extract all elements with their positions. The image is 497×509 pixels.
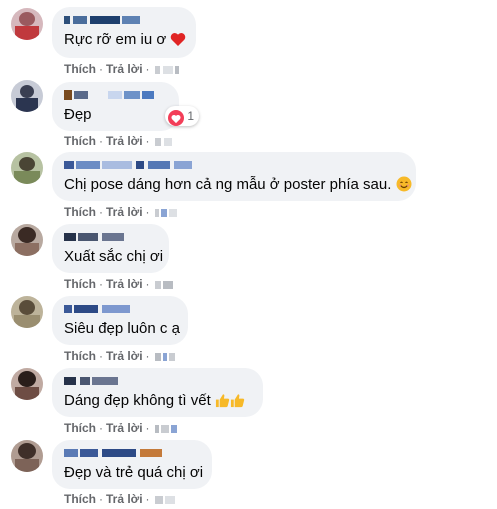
- reply-button[interactable]: Trả lời: [106, 277, 143, 291]
- timestamp[interactable]: [153, 423, 183, 435]
- heart-reaction-icon: [168, 110, 184, 126]
- commenter-name[interactable]: [64, 303, 176, 315]
- comment-bubble: Đẹp: [52, 82, 179, 131]
- comment-bubble: Chị pose dáng hơn cả ng mẫu ở poster phí…: [52, 152, 416, 201]
- red-heart-icon: [170, 32, 186, 52]
- commenter-name[interactable]: [64, 375, 251, 387]
- reply-button[interactable]: Trả lời: [106, 62, 143, 76]
- avatar[interactable]: [11, 8, 43, 40]
- like-button[interactable]: Thích: [64, 134, 96, 148]
- comment-actions: Thích · Trả lời ·: [64, 204, 183, 220]
- timestamp[interactable]: [153, 279, 183, 291]
- timestamp[interactable]: [153, 494, 183, 506]
- comment-actions: Thích · Trả lời ·: [64, 133, 183, 149]
- smiling-face-icon: [396, 176, 412, 197]
- like-button[interactable]: Thích: [64, 277, 96, 291]
- timestamp[interactable]: [153, 64, 183, 76]
- commenter-name[interactable]: [64, 159, 404, 171]
- thumbs-up-icon: [215, 393, 230, 413]
- like-button[interactable]: Thích: [64, 62, 96, 76]
- commenter-name[interactable]: [64, 14, 184, 26]
- comment-actions: Thích · Trả lời ·: [64, 61, 183, 77]
- reply-button[interactable]: Trả lời: [106, 349, 143, 363]
- like-button[interactable]: Thích: [64, 492, 96, 506]
- comment-actions: Thích · Trả lời ·: [64, 276, 183, 292]
- comment-actions: Thích · Trả lời ·: [64, 348, 183, 364]
- avatar[interactable]: [11, 296, 43, 328]
- avatar[interactable]: [11, 440, 43, 472]
- avatar[interactable]: [11, 80, 43, 112]
- thumbs-up-icon: [230, 393, 245, 413]
- comment-actions: Thích · Trả lời ·: [64, 491, 183, 507]
- timestamp[interactable]: [153, 351, 183, 363]
- like-button[interactable]: Thích: [64, 349, 96, 363]
- like-button[interactable]: Thích: [64, 421, 96, 435]
- timestamp[interactable]: [153, 207, 183, 219]
- comment-text: Xuất sắc chị ơi: [64, 248, 164, 265]
- comment-bubble: Dáng đẹp không tì vết: [52, 368, 263, 417]
- avatar[interactable]: [11, 152, 43, 184]
- avatar[interactable]: [11, 224, 43, 256]
- comment-text: Rực rỡ em iu ơ: [64, 30, 186, 52]
- comment-text: Dáng đẹp không tì vết: [64, 391, 251, 413]
- comment-text: Đẹp: [64, 106, 92, 123]
- commenter-name[interactable]: [64, 89, 167, 101]
- reply-button[interactable]: Trả lời: [106, 492, 143, 506]
- reaction-count[interactable]: 1: [165, 106, 200, 126]
- comment-bubble: Đẹp và trẻ quá chị ơi: [52, 440, 212, 489]
- comment-bubble: Siêu đẹp luôn c ạ: [52, 296, 188, 345]
- reply-button[interactable]: Trả lời: [106, 421, 143, 435]
- reply-button[interactable]: Trả lời: [106, 205, 143, 219]
- commenter-name[interactable]: [64, 231, 157, 243]
- timestamp[interactable]: [153, 136, 183, 148]
- comment-text: Chị pose dáng hơn cả ng mẫu ở poster phí…: [64, 175, 412, 197]
- comment-bubble: Xuất sắc chị ơi: [52, 224, 169, 273]
- commenter-name[interactable]: [64, 447, 200, 459]
- comment-actions: Thích · Trả lời ·: [64, 420, 183, 436]
- like-button[interactable]: Thích: [64, 205, 96, 219]
- comment-text: Siêu đẹp luôn c ạ: [64, 320, 180, 337]
- avatar[interactable]: [11, 368, 43, 400]
- comment-bubble: Rực rỡ em iu ơ: [52, 7, 196, 58]
- comment-text: Đẹp và trẻ quá chị ơi: [64, 464, 204, 481]
- reply-button[interactable]: Trả lời: [106, 134, 143, 148]
